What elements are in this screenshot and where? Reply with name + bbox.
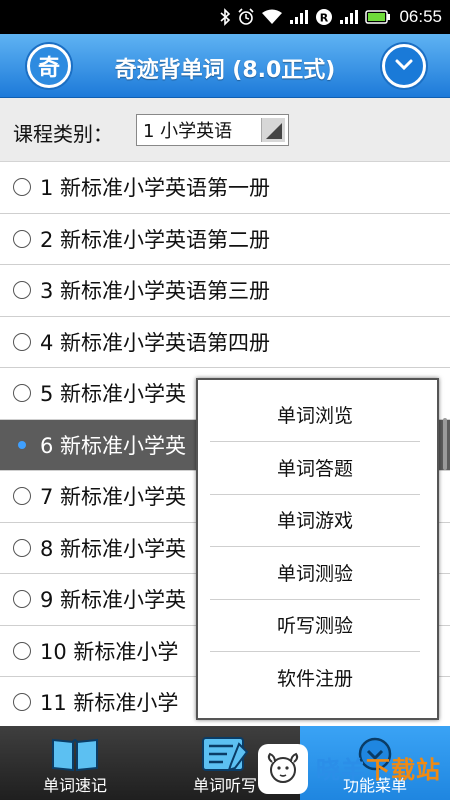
radio-button[interactable] xyxy=(13,436,31,454)
dictation-icon xyxy=(199,734,251,778)
radio-button[interactable] xyxy=(13,178,31,197)
signal-icon xyxy=(289,9,309,25)
list-item[interactable]: 1 新标准小学英语第一册 xyxy=(0,162,450,214)
status-time: 06:55 xyxy=(399,7,442,26)
course-label: 课程类别： xyxy=(13,122,113,146)
status-bar: R 06:55 xyxy=(0,0,450,34)
list-item-label: 1 新标准小学英语第一册 xyxy=(40,176,271,201)
list-item-label: 3 新标准小学英语第三册 xyxy=(40,279,271,304)
list-item[interactable]: 2 新标准小学英语第二册 xyxy=(0,213,450,265)
popup-menu-item[interactable]: 单词浏览 xyxy=(210,390,420,442)
radio-button[interactable] xyxy=(13,538,31,557)
status-icons: R 06:55 xyxy=(219,0,442,34)
wifi-icon xyxy=(261,9,283,25)
radio-button[interactable] xyxy=(13,229,31,248)
list-item[interactable]: 4 新标准小学英语第四册 xyxy=(0,316,450,368)
tab-word-memorize[interactable]: 单词速记 xyxy=(0,726,150,800)
popup-menu: 单词浏览 单词答题 单词游戏 单词测验 听写测验 软件注册 xyxy=(196,378,439,720)
list-item-label: 11 新标准小学 xyxy=(40,691,179,716)
popup-menu-item[interactable]: 听写测验 xyxy=(210,600,420,652)
course-select-value: 1 小学英语 xyxy=(143,121,233,142)
popup-menu-item[interactable]: 软件注册 xyxy=(210,653,420,705)
watermark-text-orange: 下载站 xyxy=(366,756,441,784)
sheep-logo-icon xyxy=(258,744,308,794)
watermark-text-blue: 晓羊 xyxy=(316,756,366,784)
popup-menu-item[interactable]: 单词游戏 xyxy=(210,495,420,547)
list-item-label: 6 新标准小学英 xyxy=(40,433,187,458)
course-select[interactable]: 1 小学英语 xyxy=(136,114,289,146)
popup-menu-item[interactable]: 单词测验 xyxy=(210,548,420,600)
radio-button[interactable] xyxy=(13,281,31,300)
book-icon xyxy=(49,734,101,778)
radio-button[interactable] xyxy=(13,487,31,506)
list-item-label: 9 新标准小学英 xyxy=(40,588,187,613)
popup-menu-item[interactable]: 单词答题 xyxy=(210,443,420,495)
list-item-label: 10 新标准小学 xyxy=(40,639,179,664)
title-bar: 奇 奇迹背单词 (8.0正式) xyxy=(0,34,450,98)
dropdown-menu-button[interactable] xyxy=(382,44,426,88)
radio-button[interactable] xyxy=(13,590,31,609)
svg-text:R: R xyxy=(320,12,329,25)
list-item-label: 7 新标准小学英 xyxy=(40,485,187,510)
list-item-label: 2 新标准小学英语第二册 xyxy=(40,227,271,252)
list-item[interactable]: 3 新标准小学英语第三册 xyxy=(0,265,450,317)
chevron-down-icon xyxy=(394,57,414,76)
roaming-icon: R xyxy=(315,8,333,26)
signal-icon xyxy=(339,9,359,25)
list-item-label: 8 新标准小学英 xyxy=(40,536,187,561)
radio-button[interactable] xyxy=(13,384,31,403)
radio-button[interactable] xyxy=(13,693,31,712)
radio-button[interactable] xyxy=(13,332,31,351)
list-item-label: 4 新标准小学英语第四册 xyxy=(40,330,271,355)
dropdown-arrow-icon xyxy=(261,118,285,142)
watermark-text: 晓羊下载站 xyxy=(316,750,441,785)
bluetooth-icon xyxy=(219,8,231,26)
list-item-label: 5 新标准小学英 xyxy=(40,382,187,407)
alarm-icon xyxy=(237,8,255,26)
course-selector-bar: 课程类别： 1 小学英语 xyxy=(0,98,450,162)
watermark: 晓羊下载站 xyxy=(258,744,450,800)
battery-icon xyxy=(365,9,391,25)
radio-button[interactable] xyxy=(13,641,31,660)
list-scrollbar[interactable] xyxy=(443,418,447,470)
